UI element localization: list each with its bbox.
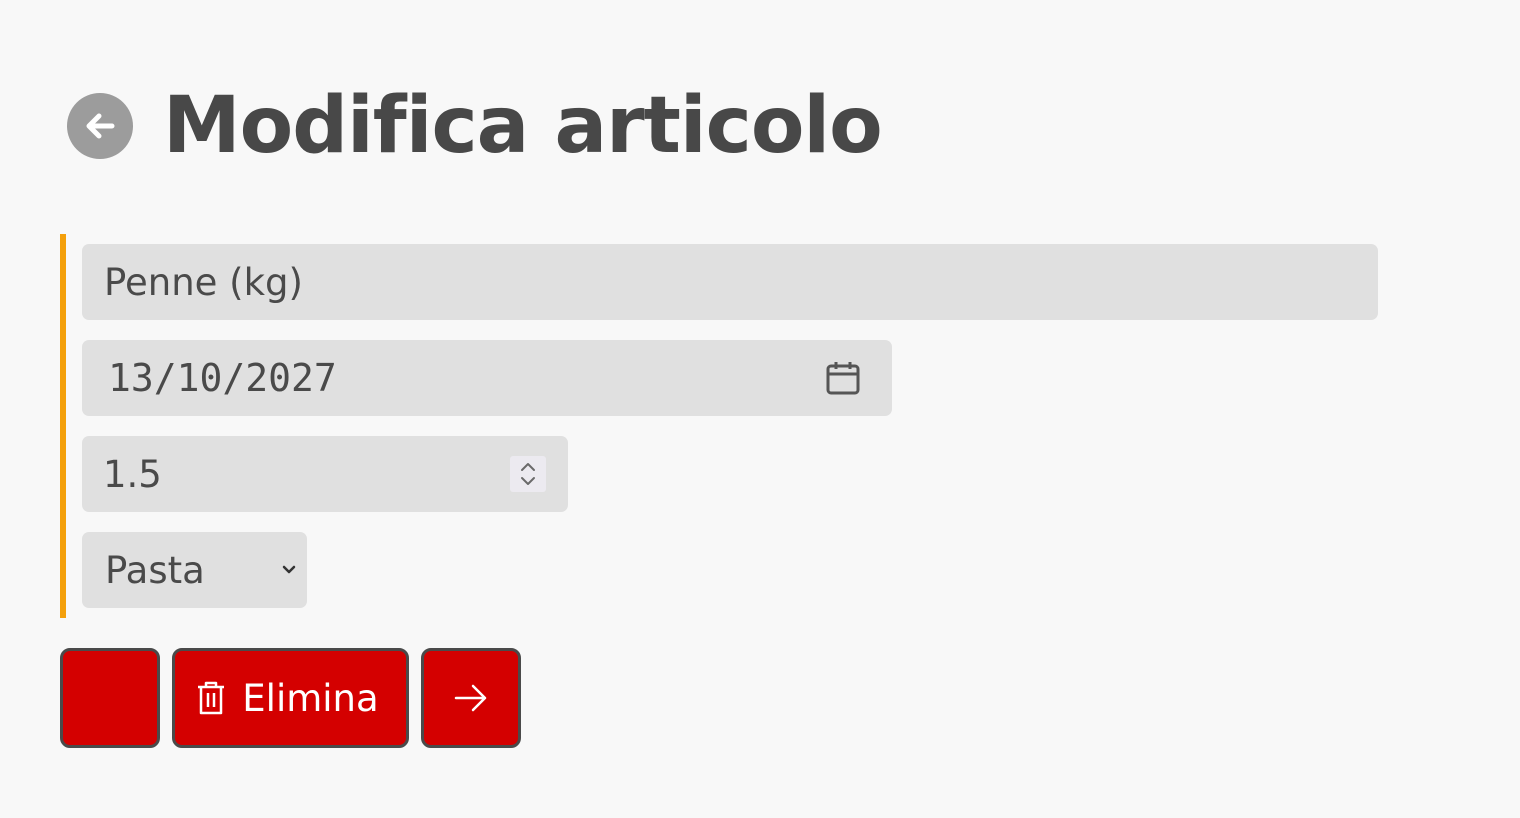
header: Modifica articolo <box>67 80 883 172</box>
blank-action-button[interactable] <box>60 648 160 748</box>
category-value: Pasta <box>105 548 205 592</box>
next-button[interactable] <box>421 648 521 748</box>
arrow-left-icon <box>86 113 115 139</box>
delete-button[interactable]: Elimina <box>172 648 409 748</box>
quantity-field[interactable]: 1.5 <box>82 436 568 512</box>
back-button[interactable] <box>67 93 133 159</box>
quantity-stepper[interactable] <box>510 456 546 492</box>
chevron-down-icon <box>282 565 296 574</box>
page-title: Modifica articolo <box>163 81 883 171</box>
expiry-date-field[interactable]: 13/10/2027 <box>82 340 892 416</box>
item-name-field[interactable]: Penne (kg) <box>82 244 1378 320</box>
quantity-value: 1.5 <box>103 452 162 496</box>
expiry-date-value: 13/10/2027 <box>108 356 337 400</box>
arrow-right-icon <box>454 684 487 712</box>
calendar-icon[interactable] <box>826 361 860 395</box>
category-select[interactable]: Pasta <box>82 532 307 608</box>
item-name-value: Penne (kg) <box>104 260 303 304</box>
stepper-icon <box>521 463 535 485</box>
page: Modifica articolo Penne (kg) 13/10/2027 … <box>0 0 1520 818</box>
delete-button-label: Elimina <box>242 676 379 720</box>
edit-item-form: Penne (kg) 13/10/2027 1.5 Pasta <box>60 234 1380 618</box>
action-bar: Elimina <box>60 648 521 748</box>
trash-icon <box>198 681 225 715</box>
